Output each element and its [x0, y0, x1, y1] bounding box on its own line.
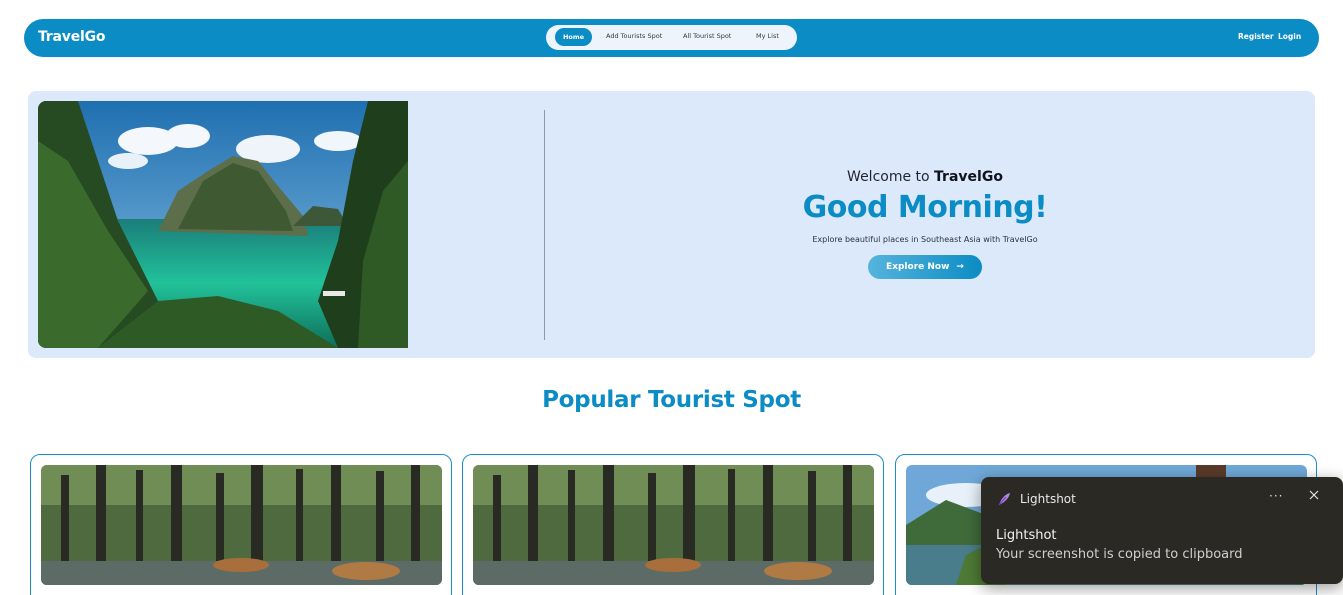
welcome-text: Welcome to TravelGo — [847, 169, 1003, 185]
toast-title: Lightshot — [996, 528, 1057, 543]
section-title: Popular Tourist Spot — [542, 387, 801, 413]
nav-home[interactable]: Home — [555, 28, 592, 46]
explore-now-button[interactable]: Explore Now → — [868, 255, 982, 279]
register-link[interactable]: Register — [1238, 32, 1274, 41]
hero-divider — [544, 110, 545, 340]
navbar: TravelGo Home Add Tourists Spot All Tour… — [24, 19, 1319, 57]
greeting-heading: Good Morning! — [802, 190, 1048, 225]
hero-image — [38, 101, 408, 348]
more-options-icon[interactable]: ··· — [1269, 489, 1283, 503]
nav-all-tourist-spot[interactable]: All Tourist Spot — [683, 32, 731, 40]
login-link[interactable]: Login — [1278, 32, 1301, 41]
feather-icon — [998, 493, 1010, 506]
arrow-right-icon: → — [956, 262, 964, 272]
lightshot-notification[interactable]: Lightshot ··· Lightshot Your screenshot … — [981, 477, 1343, 584]
welcome-brand: TravelGo — [934, 169, 1003, 185]
tourist-spot-card[interactable] — [30, 454, 452, 595]
card-image — [41, 465, 442, 585]
nav-menu: Home Add Tourists Spot All Tourist Spot … — [546, 25, 797, 50]
explore-now-label: Explore Now — [886, 262, 950, 272]
toast-app-name: Lightshot — [1020, 492, 1076, 506]
card-image — [473, 465, 874, 585]
nav-my-list[interactable]: My List — [756, 32, 779, 40]
nav-add-tourists-spot[interactable]: Add Tourists Spot — [606, 32, 662, 40]
tourist-spot-card[interactable] — [462, 454, 884, 595]
toast-message: Your screenshot is copied to clipboard — [996, 547, 1243, 562]
hero-banner: Welcome to TravelGo Good Morning! Explor… — [28, 91, 1315, 358]
hero-tagline: Explore beautiful places in Southeast As… — [812, 235, 1038, 244]
brand-logo[interactable]: TravelGo — [38, 29, 105, 45]
close-icon[interactable] — [1309, 490, 1319, 500]
